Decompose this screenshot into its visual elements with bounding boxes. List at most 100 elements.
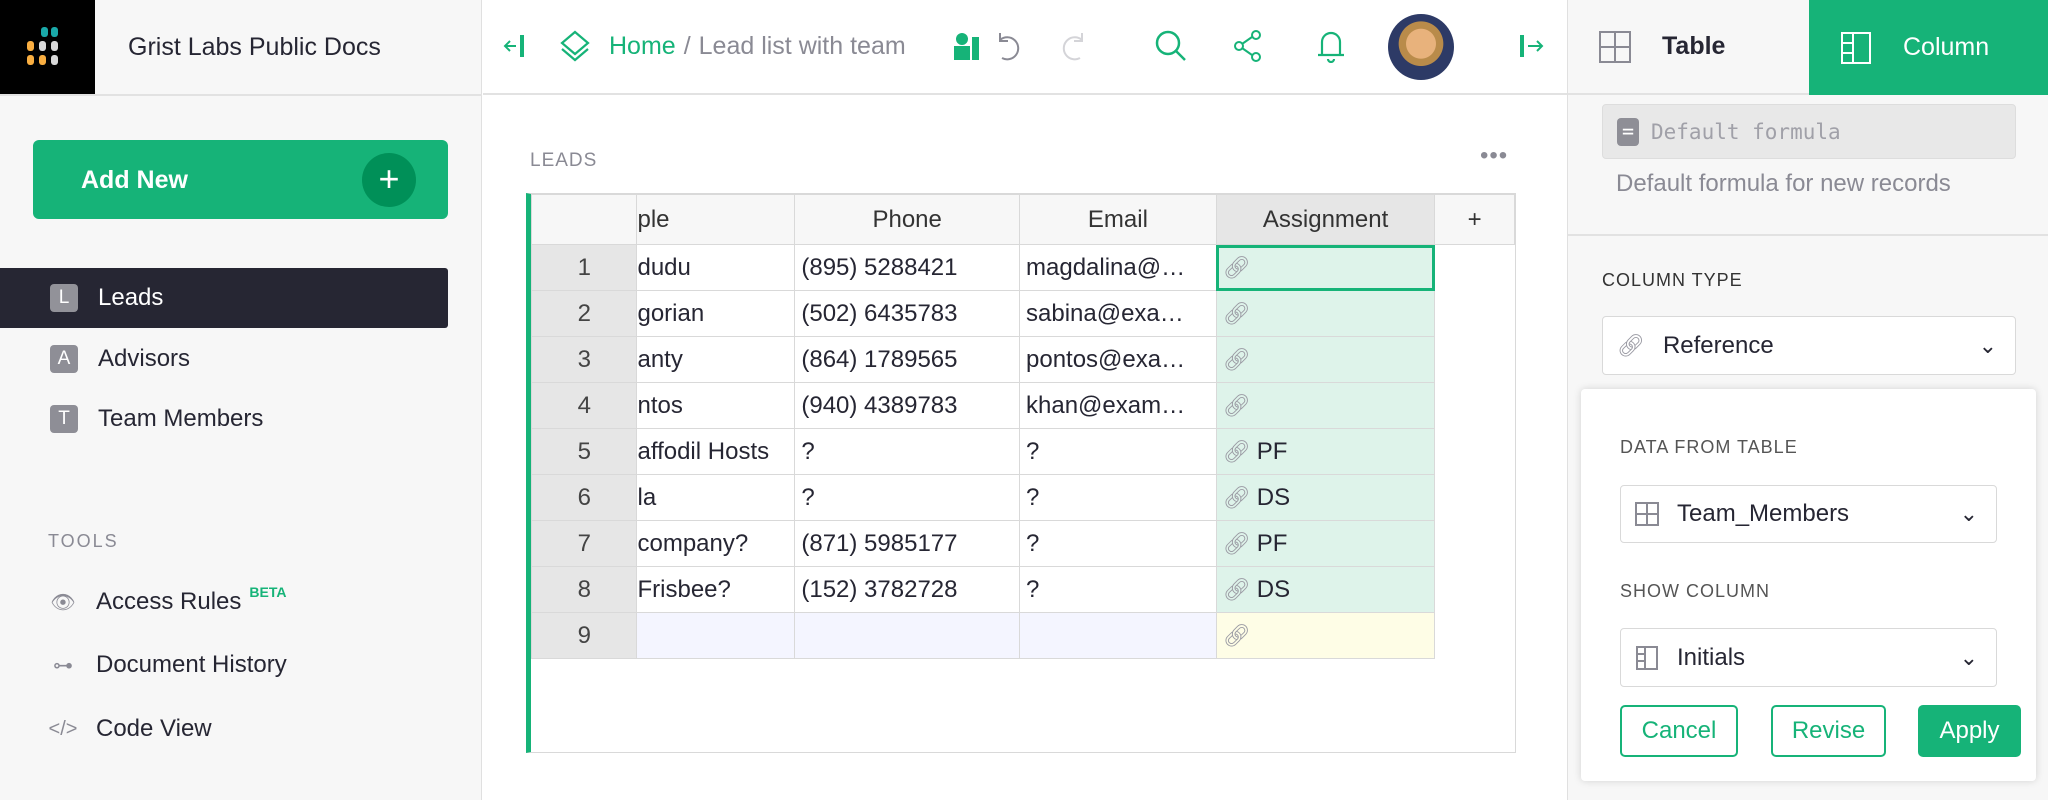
cell-phone[interactable]: (895) 5288421 [794, 244, 1020, 291]
column-header[interactable]: ple [636, 194, 796, 245]
org-name[interactable]: Grist Labs Public Docs [128, 33, 381, 62]
cell-empty[interactable] [1434, 474, 1515, 521]
cell-email[interactable]: sabina@exa… [1019, 290, 1217, 337]
cell-email[interactable]: ? [1019, 428, 1217, 475]
row-number[interactable]: 9 [531, 612, 638, 659]
collapse-left-icon[interactable] [497, 28, 533, 64]
cell-phone[interactable]: (864) 1789565 [794, 336, 1020, 383]
cell-assignment[interactable]: 🔗︎ [1215, 612, 1436, 659]
cell-email[interactable]: pontos@exa… [1019, 336, 1217, 383]
tool-label: Code View [96, 715, 212, 742]
cell-empty[interactable] [1434, 612, 1515, 659]
add-new-button[interactable]: Add New + [33, 140, 448, 219]
cell-empty[interactable] [1434, 382, 1515, 429]
cell-name[interactable]: anty [636, 336, 796, 383]
cell-name[interactable]: affodil Hosts [636, 428, 796, 475]
cell-name[interactable] [636, 612, 796, 659]
home-link[interactable]: Home [609, 32, 676, 60]
assignment-value: PF [1256, 529, 1288, 557]
bell-icon[interactable] [1313, 28, 1349, 64]
row-number[interactable]: 8 [531, 566, 638, 613]
search-icon[interactable] [1153, 28, 1189, 64]
cell-name[interactable]: company? [636, 520, 796, 567]
cell-name[interactable]: Frisbee? [636, 566, 796, 613]
cell-phone[interactable]: (152) 3782728 [794, 566, 1020, 613]
cell-empty[interactable] [1434, 566, 1515, 613]
apply-button[interactable]: Apply [1918, 705, 2021, 757]
cell-assignment[interactable]: 🔗︎ [1215, 290, 1436, 337]
share-icon[interactable] [1230, 28, 1266, 64]
left-panel: Grist Labs Public Docs Add New + L Leads A… [0, 0, 482, 800]
undo-icon[interactable] [990, 28, 1026, 64]
column-header[interactable]: Email [1019, 194, 1217, 245]
cell-assignment[interactable]: 🔗︎ PF [1215, 428, 1436, 475]
cell-email[interactable]: ? [1019, 566, 1217, 613]
cell-phone[interactable]: ? [794, 428, 1020, 475]
cell-name[interactable]: ntos [636, 382, 796, 429]
cell-email[interactable]: ? [1019, 520, 1217, 567]
add-column-button[interactable]: + [1434, 194, 1515, 245]
redo-icon[interactable] [1056, 28, 1092, 64]
cell-assignment[interactable]: 🔗︎ [1215, 382, 1436, 429]
cell-empty[interactable] [1434, 244, 1515, 291]
default-formula-input[interactable]: = Default formula [1602, 104, 2016, 159]
row-number[interactable]: 5 [531, 428, 638, 475]
avatar[interactable] [1388, 14, 1454, 80]
select-value: Team_Members [1677, 500, 1850, 527]
tab-table[interactable]: Table [1568, 0, 1809, 95]
data-from-table-select[interactable]: Team_Members ⌄ [1620, 485, 1997, 543]
cell-empty[interactable] [1434, 428, 1515, 475]
cell-empty[interactable] [1434, 336, 1515, 383]
cell-assignment[interactable]: 🔗︎ [1215, 244, 1436, 291]
column-type-select[interactable]: 🔗︎ Reference ⌄ [1602, 316, 2016, 375]
row-number[interactable]: 3 [531, 336, 638, 383]
cell-assignment[interactable]: 🔗︎ PF [1215, 520, 1436, 567]
tab-label: Table [1662, 32, 1726, 60]
grist-logo[interactable] [0, 0, 95, 95]
row-number[interactable]: 2 [531, 290, 638, 337]
cell-name[interactable]: la [636, 474, 796, 521]
cell-assignment[interactable]: 🔗︎ DS [1215, 566, 1436, 613]
table-icon [1635, 502, 1659, 526]
row-number[interactable]: 6 [531, 474, 638, 521]
column-header-selected[interactable]: Assignment [1215, 194, 1436, 245]
cell-phone[interactable]: (871) 5985177 [794, 520, 1020, 567]
show-column-select[interactable]: Initials ⌄ [1620, 628, 1997, 687]
column-header[interactable]: Phone [794, 194, 1020, 245]
tab-column[interactable]: Column [1809, 0, 2048, 95]
tool-access-rules[interactable]: 👁 Access Rules BETA [48, 584, 286, 616]
layers-icon[interactable] [557, 28, 593, 64]
revise-button[interactable]: Revise [1771, 705, 1886, 757]
section-menu-icon[interactable]: ••• [1480, 142, 1508, 170]
cell-phone[interactable]: (940) 4389783 [794, 382, 1020, 429]
cancel-button[interactable]: Cancel [1620, 705, 1738, 757]
cell-email[interactable]: magdalina@… [1019, 244, 1217, 291]
cell-email[interactable]: ? [1019, 474, 1217, 521]
cell-email[interactable] [1019, 612, 1217, 659]
cell-phone[interactable]: (502) 6435783 [794, 290, 1020, 337]
row-number[interactable]: 7 [531, 520, 638, 567]
cell-phone[interactable] [794, 612, 1020, 659]
tool-code-view[interactable]: </> Code View [48, 715, 212, 743]
assignment-value: DS [1256, 575, 1291, 603]
tool-document-history[interactable]: ⊶ Document History [48, 651, 287, 679]
tools-heading: TOOLS [48, 531, 119, 551]
cell-empty[interactable] [1434, 520, 1515, 567]
sidebar-item-leads[interactable]: L Leads [0, 268, 448, 328]
data-grid[interactable]: ple Phone Email Assignment + 1 dudu (895) … [526, 193, 1516, 753]
sidebar-item-advisors[interactable]: A Advisors [0, 329, 448, 389]
row-number[interactable]: 1 [531, 244, 638, 291]
collapse-right-icon[interactable] [1514, 28, 1550, 64]
cell-assignment[interactable]: 🔗︎ [1215, 336, 1436, 383]
doc-title[interactable]: Lead list with team [699, 32, 906, 60]
row-number[interactable]: 4 [531, 382, 638, 429]
cell-name[interactable]: gorian [636, 290, 796, 337]
cell-empty[interactable] [1434, 290, 1515, 337]
corner-cell[interactable] [531, 194, 638, 245]
cell-name[interactable]: dudu [636, 244, 796, 291]
cell-assignment[interactable]: 🔗︎ DS [1215, 474, 1436, 521]
sidebar-item-team-members[interactable]: T Team Members [0, 389, 448, 449]
cell-phone[interactable]: ? [794, 474, 1020, 521]
shared-users-icon[interactable] [948, 28, 984, 64]
cell-email[interactable]: khan@exam… [1019, 382, 1217, 429]
